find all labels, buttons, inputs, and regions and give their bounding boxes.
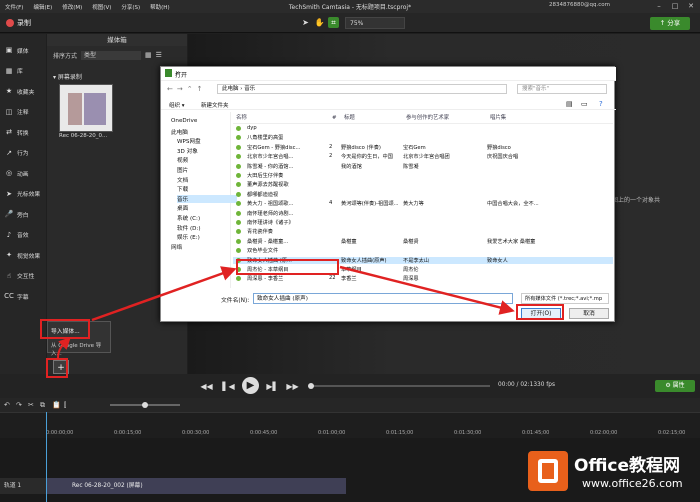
arrow-add-to-import: [57, 337, 71, 359]
annotation-arrows: [57, 265, 515, 359]
watermark: Office教程网 www.office26.com: [528, 447, 698, 499]
watermark-url: www.office26.com: [582, 477, 683, 490]
office-logo-icon: [528, 451, 568, 491]
arrow-import-to-file: [91, 266, 237, 322]
office-logo-shape: [538, 459, 558, 483]
arrow-file-to-open: [339, 265, 515, 315]
watermark-title: Office教程网: [574, 456, 681, 476]
